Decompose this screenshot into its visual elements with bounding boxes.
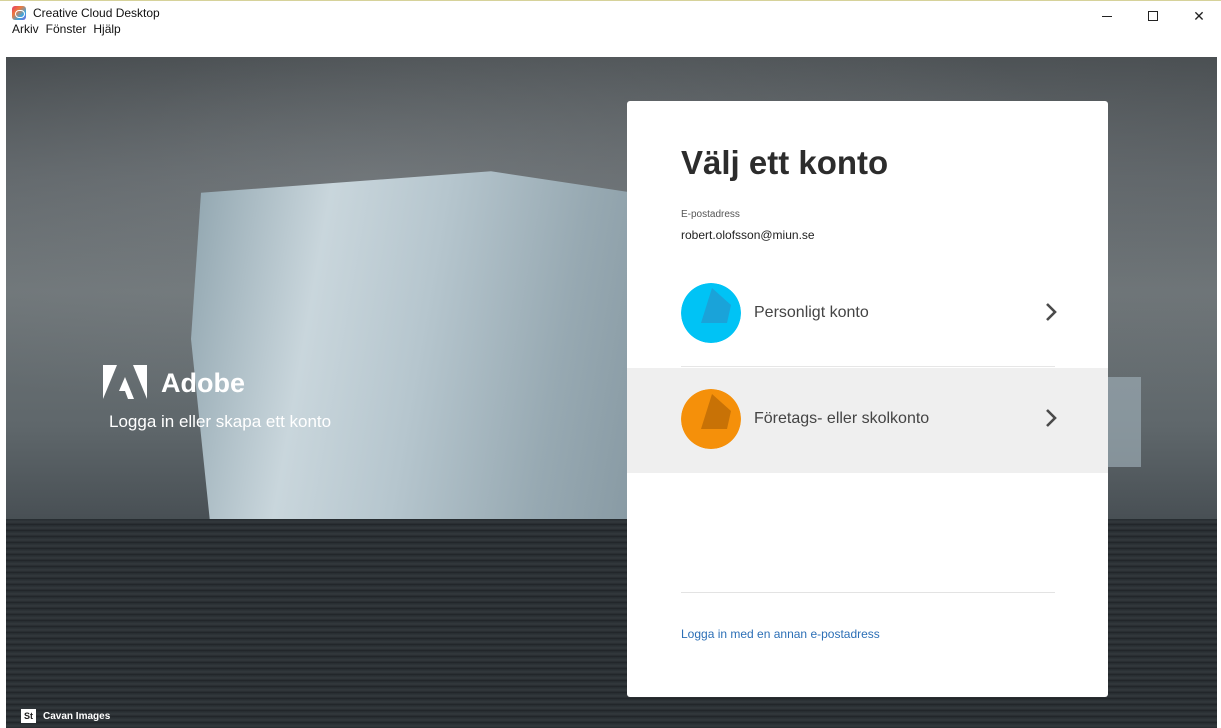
photo-credit[interactable]: Cavan Images bbox=[43, 711, 110, 722]
business-account-option[interactable]: Företags- eller skolkonto bbox=[627, 368, 1108, 473]
other-email-link[interactable]: Logga in med en annan e-postadress bbox=[681, 627, 880, 641]
minimize-button[interactable] bbox=[1084, 4, 1130, 28]
email-value: robert.olofsson@miun.se bbox=[681, 228, 815, 242]
row-divider bbox=[681, 366, 1055, 367]
menu-fonster[interactable]: Fönster bbox=[46, 22, 87, 36]
maximize-button[interactable] bbox=[1130, 4, 1176, 28]
footer-divider bbox=[681, 592, 1055, 593]
adobe-logo-icon bbox=[103, 365, 147, 399]
title-bar: Creative Cloud Desktop Arkiv Fönster Hjä… bbox=[0, 0, 1221, 38]
window-title: Creative Cloud Desktop bbox=[33, 6, 160, 20]
personal-account-avatar-icon bbox=[681, 283, 741, 343]
close-button[interactable]: ✕ bbox=[1176, 4, 1221, 28]
maximize-icon bbox=[1148, 11, 1158, 21]
adobe-stock-icon: St bbox=[21, 709, 36, 723]
menu-bar: Arkiv Fönster Hjälp bbox=[12, 22, 121, 36]
minimize-icon bbox=[1102, 15, 1112, 17]
business-account-label: Företags- eller skolkonto bbox=[754, 410, 930, 427]
account-picker-card: Välj ett konto E-postadress robert.olofs… bbox=[627, 101, 1108, 697]
creative-cloud-icon bbox=[12, 6, 26, 20]
business-account-avatar-icon bbox=[681, 389, 741, 449]
close-icon: ✕ bbox=[1193, 7, 1205, 24]
page-title: Välj ett konto bbox=[681, 144, 889, 181]
chevron-right-icon bbox=[1046, 303, 1057, 321]
menu-arkiv[interactable]: Arkiv bbox=[12, 22, 39, 36]
menu-hjalp[interactable]: Hjälp bbox=[93, 22, 120, 36]
personal-account-option[interactable]: Personligt konto bbox=[627, 262, 1108, 367]
signin-tagline: Logga in eller skapa ett konto bbox=[109, 412, 332, 431]
email-label: E-postadress bbox=[681, 209, 740, 220]
adobe-wordmark: Adobe bbox=[161, 368, 245, 398]
chevron-right-icon bbox=[1046, 409, 1057, 427]
personal-account-label: Personligt konto bbox=[754, 304, 869, 321]
